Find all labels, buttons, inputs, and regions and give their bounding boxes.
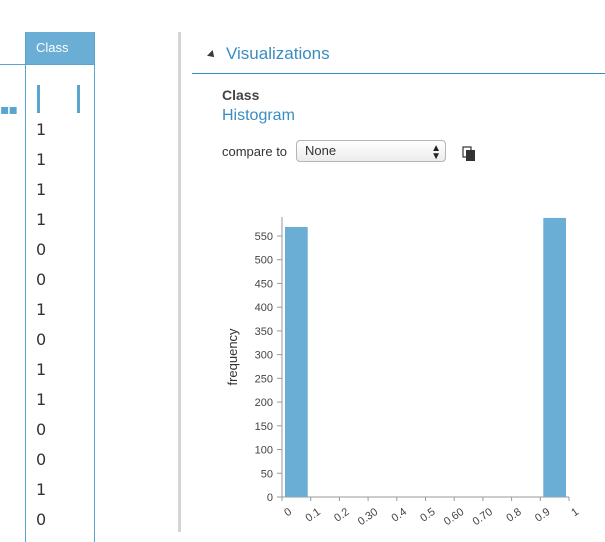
y-tick-label: 450 bbox=[255, 278, 273, 290]
y-tick-label: 100 bbox=[255, 445, 273, 457]
x-tick-label: 0 bbox=[282, 506, 294, 519]
y-tick-label: 550 bbox=[255, 231, 273, 243]
y-tick-label: 0 bbox=[267, 492, 273, 504]
y-tick-label: 300 bbox=[255, 350, 273, 362]
y-tick-label: 350 bbox=[255, 326, 273, 338]
histogram-bar bbox=[285, 226, 308, 497]
x-tick-label: 1 bbox=[569, 506, 581, 519]
x-tick-label: 0.9 bbox=[533, 506, 552, 525]
y-tick-label: 200 bbox=[255, 397, 273, 409]
x-tick-label: 0.1 bbox=[303, 506, 322, 525]
y-tick-label: 500 bbox=[255, 255, 273, 267]
x-tick-label: 0.2 bbox=[332, 506, 351, 525]
y-tick-label: 250 bbox=[255, 373, 273, 385]
y-tick-label: 400 bbox=[255, 302, 273, 314]
x-tick-label: 0.5 bbox=[418, 506, 437, 525]
y-axis-label: frequency bbox=[225, 328, 240, 386]
x-tick-label: 0.4 bbox=[390, 506, 409, 525]
x-tick-label: 0.70 bbox=[471, 506, 495, 528]
y-tick-label: 150 bbox=[255, 421, 273, 433]
histogram-bar bbox=[543, 217, 566, 497]
x-tick-label: 0.60 bbox=[442, 506, 466, 528]
histogram-chart: 0 50 100 150 200 250 300 350 400 450 500 550 0 0.1 0.2… bbox=[225, 217, 581, 528]
y-tick-label: 50 bbox=[261, 468, 273, 480]
x-tick-label: 0.8 bbox=[504, 506, 523, 525]
x-tick-label: 0.30 bbox=[356, 506, 380, 528]
